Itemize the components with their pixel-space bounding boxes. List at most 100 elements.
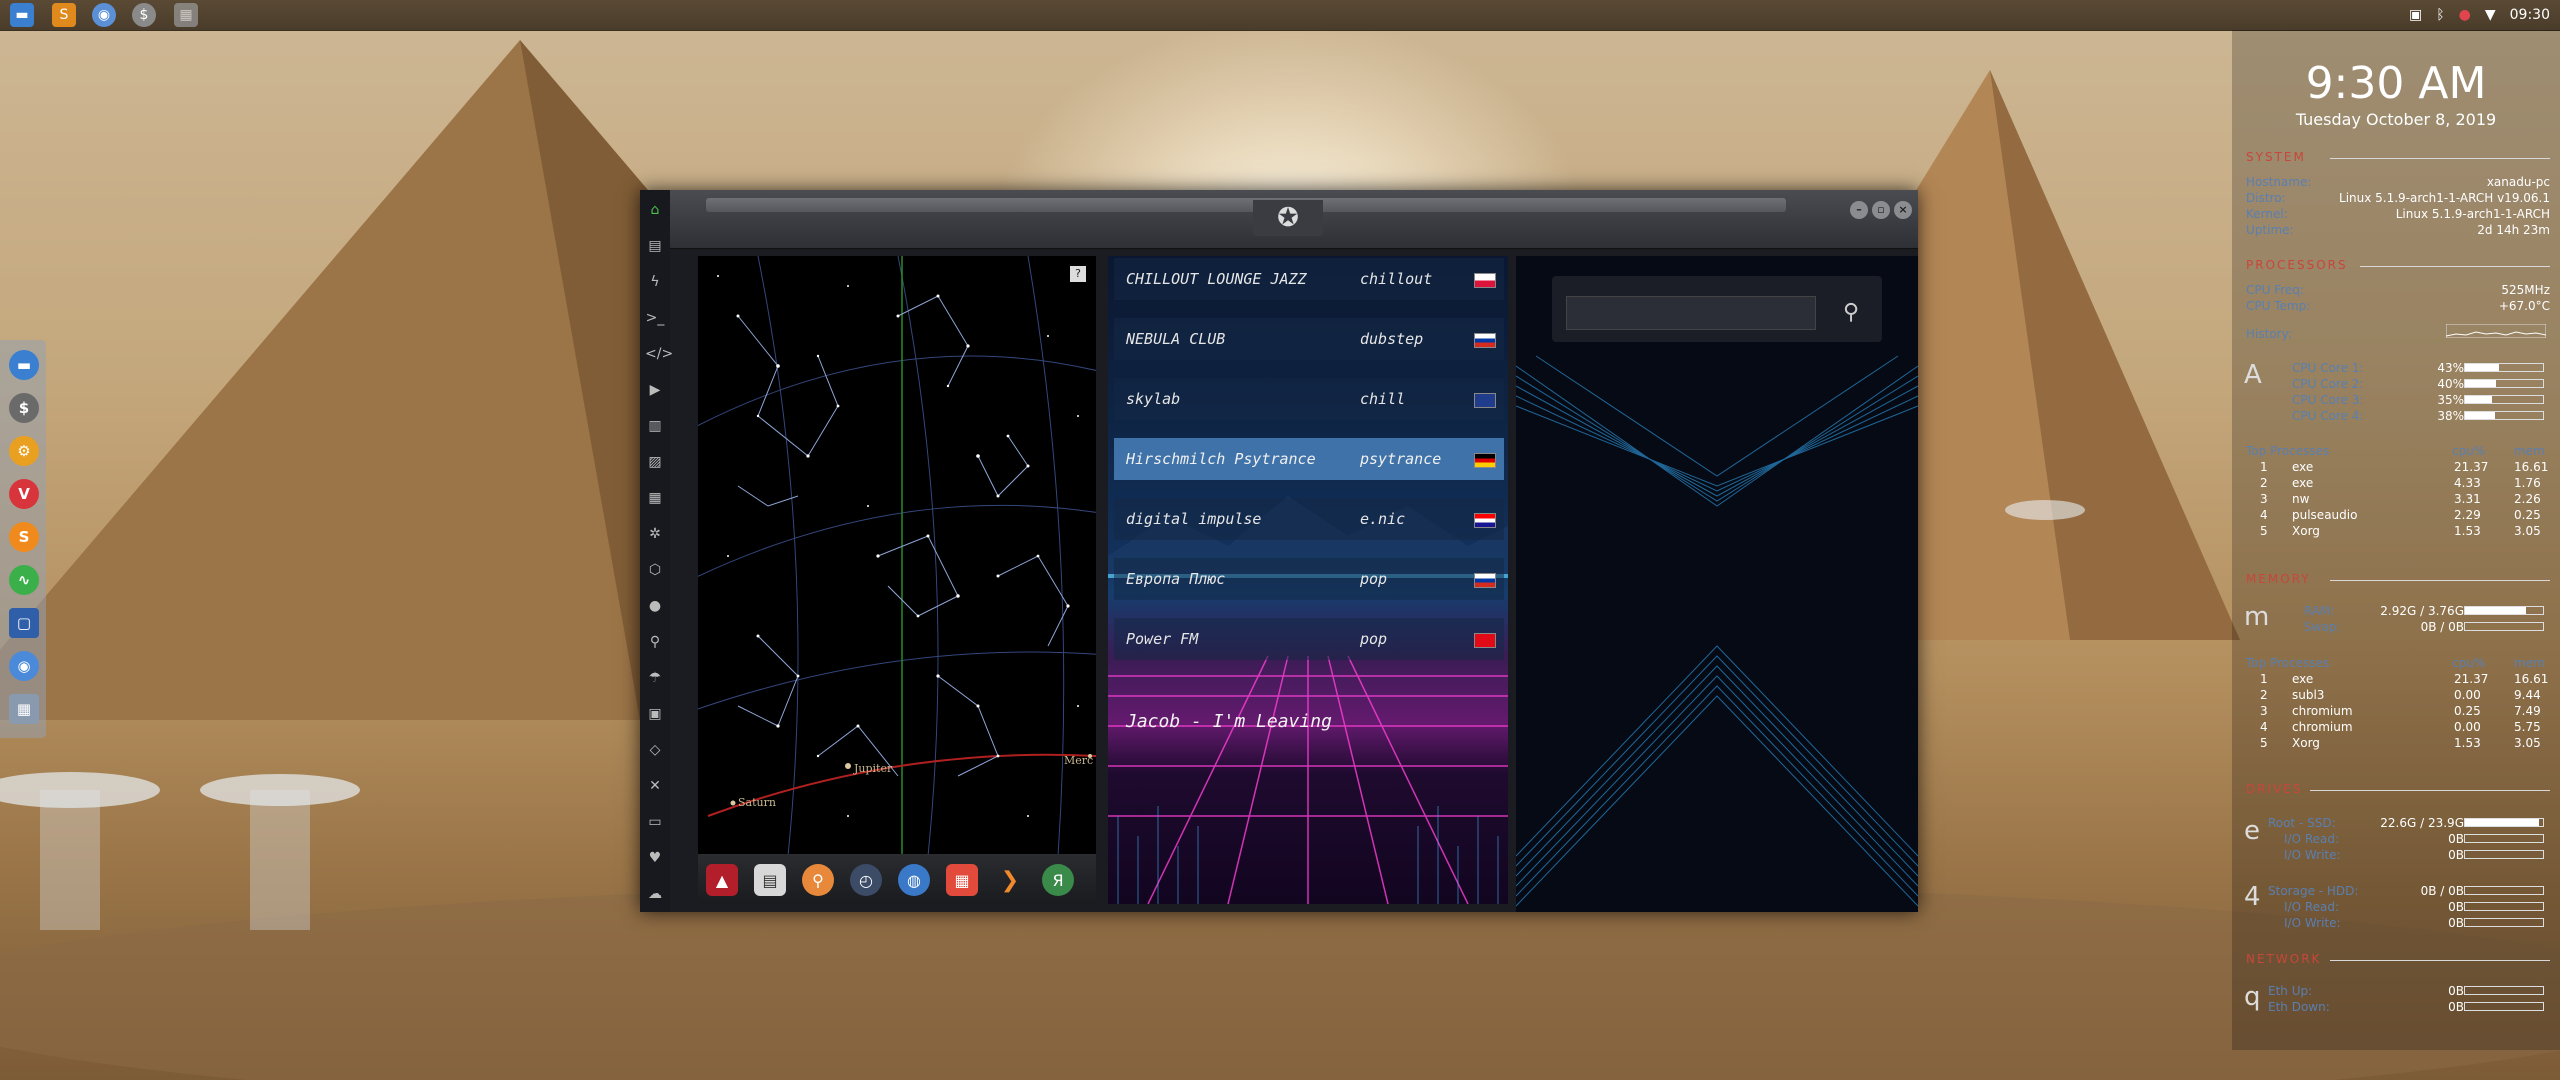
chromium-icon[interactable]: ◉ xyxy=(9,651,39,681)
drive-glyph: e xyxy=(2244,816,2260,846)
top-panel: ▬ S ◉ $ ▦ ▣ ᛒ ● ▼ 09:30 xyxy=(0,0,2560,31)
calendar-icon[interactable]: ▤ xyxy=(754,864,786,896)
terminal-icon[interactable]: >_ xyxy=(645,308,665,328)
file-icon[interactable]: ▤ xyxy=(645,236,665,256)
sublime-icon[interactable]: S xyxy=(9,522,39,552)
bluetooth-icon[interactable]: ᛒ xyxy=(2436,7,2444,23)
notification-icon[interactable]: ● xyxy=(2459,7,2471,23)
maximize-button[interactable]: ▫ xyxy=(1872,201,1890,219)
image-icon[interactable]: ▣ xyxy=(2409,7,2422,23)
file-manager-icon[interactable]: ▬ xyxy=(10,3,34,27)
station-row[interactable]: Power FM pop xyxy=(1114,618,1504,660)
settings-icon[interactable]: ✲ xyxy=(645,524,665,544)
hexagon-icon[interactable]: ⬡ xyxy=(645,560,665,580)
desktop-date: Tuesday October 8, 2019 xyxy=(2295,110,2497,129)
stat-value: 0B xyxy=(2448,900,2464,914)
fullscreen-icon[interactable]: ✕ xyxy=(645,776,665,796)
cloud-icon[interactable]: ☁ xyxy=(645,884,665,904)
station-row[interactable]: NEBULA CLUB dubstep xyxy=(1114,318,1504,360)
terminal-icon[interactable]: $ xyxy=(132,3,156,27)
wifi-icon[interactable]: ▼ xyxy=(2485,7,2496,23)
play-icon[interactable]: ▶ xyxy=(645,380,665,400)
process-cpu: 21.37 xyxy=(2454,460,2489,474)
station-row-selected[interactable]: Hirschmilch Psytrance psytrance xyxy=(1114,438,1504,480)
code-icon[interactable]: </> xyxy=(645,344,673,364)
globe-icon[interactable]: ● xyxy=(645,596,665,616)
cpu-core-label: CPU Core 2: xyxy=(2292,377,2364,391)
search-icon[interactable]: ⚲ xyxy=(802,864,834,896)
share-icon[interactable]: ◇ xyxy=(645,740,665,760)
star-map[interactable]: Jupiter Saturn Merc ? ▲ ▤ ⚲ ◴ ◍ ▦ ❯ Я xyxy=(698,256,1096,904)
apps-grid-icon[interactable]: ▦ xyxy=(9,694,39,724)
search-box: ⚲ xyxy=(1552,276,1882,342)
image-icon[interactable]: ▨ xyxy=(645,452,665,472)
station-name: Power FM xyxy=(1126,630,1199,648)
help-button[interactable]: ? xyxy=(1070,266,1086,282)
youtube-icon[interactable]: ▭ xyxy=(645,812,665,832)
monitor-icon[interactable]: ∿ xyxy=(9,565,39,595)
settings-icon[interactable]: ⚙ xyxy=(9,436,39,466)
search-icon[interactable]: ⚲ xyxy=(1834,296,1868,330)
process-rank: 1 xyxy=(2260,672,2268,686)
address-bar[interactable] xyxy=(706,198,1786,212)
io-read-bar xyxy=(2464,902,2544,911)
station-row[interactable]: Европа Плюс pop xyxy=(1114,558,1504,600)
yandex-icon[interactable]: Я xyxy=(1042,864,1074,896)
arch-icon[interactable]: ▲ xyxy=(706,864,738,896)
clock-icon[interactable]: ◴ xyxy=(850,864,882,896)
minimize-button[interactable]: – xyxy=(1850,201,1868,219)
system-tray: ▣ ᛒ ● ▼ 09:30 xyxy=(2409,0,2550,30)
workspace-icon[interactable]: ▦ xyxy=(174,3,198,27)
storage-glyph: 4 xyxy=(2244,882,2261,912)
cpu-core-value: 40% xyxy=(2437,377,2464,391)
play-icon[interactable]: ❯ xyxy=(994,864,1026,896)
stat-value: 0B / 0B xyxy=(2420,620,2464,634)
home-icon[interactable]: ⌂ xyxy=(645,200,665,220)
network-glyph: q xyxy=(2244,982,2261,1012)
station-row[interactable]: digital impulse e.nic xyxy=(1114,498,1504,540)
globe-icon[interactable]: ◍ xyxy=(898,864,930,896)
process-rank: 3 xyxy=(2260,492,2268,506)
process-mem: 1.76 xyxy=(2514,476,2541,490)
cpu-core-bar xyxy=(2464,395,2544,404)
stat-label: Distro: xyxy=(2246,191,2286,205)
vivaldi-icon[interactable]: V xyxy=(9,479,39,509)
calendar2-icon[interactable]: ▦ xyxy=(946,864,978,896)
stat-value: 2.92G / 3.76G xyxy=(2380,604,2464,618)
heart-icon[interactable]: ♥ xyxy=(645,848,665,868)
contacts-icon[interactable]: ▣ xyxy=(645,704,665,724)
section-header: NETWORK xyxy=(2246,952,2322,966)
file-manager-icon[interactable]: ▬ xyxy=(9,350,39,380)
process-mem: 16.61 xyxy=(2514,460,2549,474)
terminal-icon[interactable]: $ xyxy=(9,393,39,423)
io-write-bar xyxy=(2464,918,2544,927)
process-mem: 3.05 xyxy=(2514,524,2541,538)
station-name: Европа Плюс xyxy=(1126,570,1226,588)
search-input[interactable] xyxy=(1566,296,1816,330)
cpu-glyph: A xyxy=(2244,360,2262,390)
station-row[interactable]: CHILLOUT LOUNGE JAZZ chillout xyxy=(1114,258,1504,300)
planet-label-mercury: Merc xyxy=(1064,754,1094,767)
document-icon[interactable]: ▥ xyxy=(645,416,665,436)
umbrella-icon[interactable]: ☂ xyxy=(645,668,665,688)
process-rank: 4 xyxy=(2260,720,2268,734)
divider xyxy=(2310,790,2550,791)
sublime-icon[interactable]: S xyxy=(52,3,76,27)
process-name: Xorg xyxy=(2292,524,2320,538)
station-genre: e.nic xyxy=(1360,510,1406,528)
process-cpu: 2.29 xyxy=(2454,508,2481,522)
process-name: exe xyxy=(2292,460,2314,474)
screenshot-icon[interactable]: ▢ xyxy=(9,608,39,638)
panel-clock[interactable]: 09:30 xyxy=(2510,7,2550,23)
bolt-icon[interactable]: ϟ xyxy=(645,272,665,292)
cpu-core-value: 38% xyxy=(2437,409,2464,423)
close-button[interactable]: × xyxy=(1894,201,1912,219)
divider xyxy=(2330,580,2550,581)
station-row[interactable]: skylab chill xyxy=(1114,378,1504,420)
search-icon[interactable]: ⚲ xyxy=(645,632,665,652)
process-name: chromium xyxy=(2292,720,2353,734)
news-icon[interactable]: ▦ xyxy=(645,488,665,508)
rebel-alliance-icon[interactable]: ✪ xyxy=(1253,200,1323,236)
radio-panel: CHILLOUT LOUNGE JAZZ chillout NEBULA CLU… xyxy=(1108,256,1508,904)
chrome-icon[interactable]: ◉ xyxy=(92,3,116,27)
